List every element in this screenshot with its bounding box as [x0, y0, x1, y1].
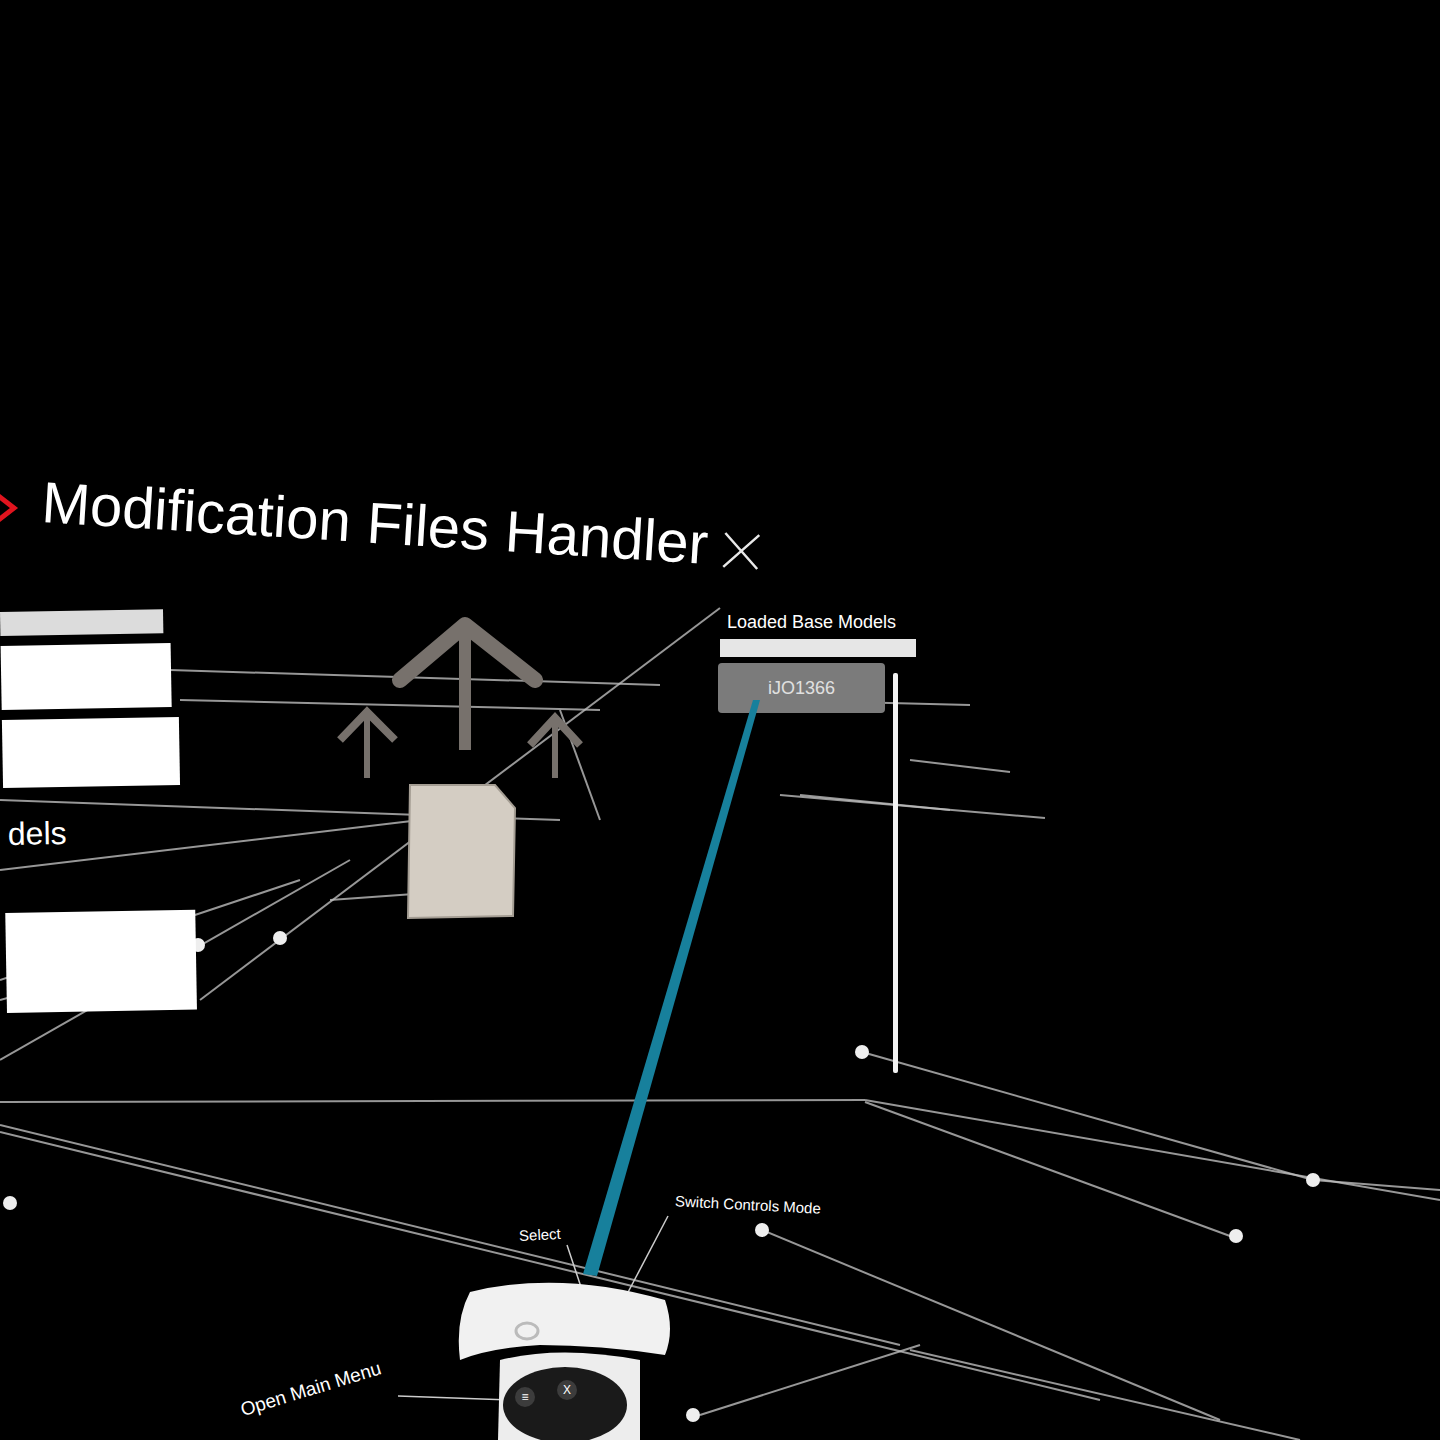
close-icon[interactable]: [720, 529, 762, 571]
laser-pointer: [0, 0, 1440, 1440]
controller-hint: Select: [519, 1225, 562, 1244]
base-models-panel: Loaded Base Models iJO1366: [718, 612, 918, 1073]
title-bar: Modification Files Handler: [40, 468, 764, 580]
panel-field[interactable]: [5, 910, 197, 1013]
panel-label: dels: [3, 795, 190, 903]
vr-scene: Modification Files Handler dels Loaded Bas…: [0, 0, 1440, 1440]
left-panel: dels: [0, 609, 192, 1013]
controller-hint: Open Main Menu: [238, 1357, 384, 1421]
upload-file-icon[interactable]: [330, 615, 610, 925]
panel-field[interactable]: [2, 717, 180, 788]
panel-header: [720, 639, 916, 657]
window-title: Modification Files Handler: [40, 468, 710, 577]
controller-icon[interactable]: [440, 1270, 680, 1440]
model-item[interactable]: iJO1366: [718, 663, 885, 713]
panel-title: Loaded Base Models: [718, 612, 918, 633]
wireframe-scene: [0, 0, 1440, 1440]
controller-hint: Switch Controls Mode: [675, 1192, 822, 1217]
x-button[interactable]: X: [557, 1380, 577, 1400]
menu-button[interactable]: ≡: [515, 1387, 535, 1407]
scrollbar[interactable]: [893, 673, 898, 1073]
panel-field[interactable]: [1, 643, 172, 710]
back-icon[interactable]: [0, 488, 22, 528]
model-list: iJO1366: [718, 663, 885, 1073]
panel-header: [0, 609, 163, 636]
